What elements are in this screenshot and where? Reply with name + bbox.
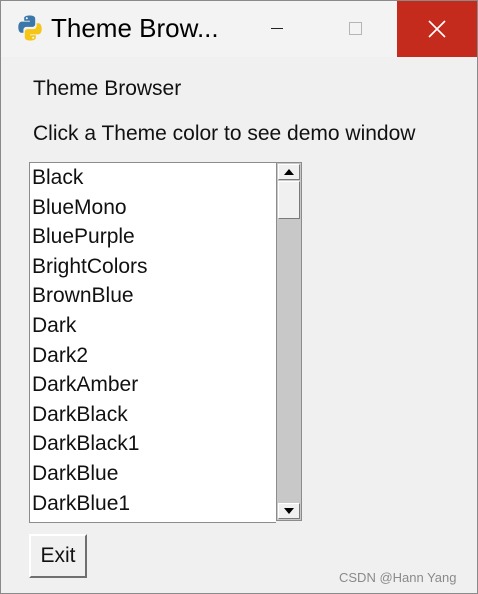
title-bar[interactable]: Theme Brow...: [1, 1, 477, 57]
theme-list-item[interactable]: DarkAmber: [30, 370, 276, 400]
python-icon: [16, 14, 44, 42]
theme-list-item[interactable]: BlueMono: [30, 193, 276, 223]
theme-list-item[interactable]: Dark: [30, 311, 276, 341]
theme-list-item[interactable]: BrownBlue: [30, 281, 276, 311]
heading-label: Theme Browser: [33, 77, 182, 100]
scroll-thumb[interactable]: [278, 181, 300, 219]
close-icon: [428, 20, 446, 38]
scroll-down-button[interactable]: [278, 503, 300, 519]
theme-list-item[interactable]: Dark2: [30, 341, 276, 371]
minimize-button[interactable]: [257, 1, 303, 57]
list-scrollbar[interactable]: [276, 162, 302, 521]
theme-list-item[interactable]: BrightColors: [30, 252, 276, 282]
arrow-up-icon: [284, 169, 294, 175]
maximize-button[interactable]: [331, 1, 377, 57]
app-window: Theme Brow... Theme Browser Click a Them…: [0, 0, 478, 594]
minimize-icon: [271, 28, 283, 29]
theme-list-item[interactable]: Black: [30, 163, 276, 193]
exit-button[interactable]: Exit: [29, 534, 87, 578]
arrow-down-icon: [284, 508, 294, 514]
theme-list-item[interactable]: DarkBlack1: [30, 429, 276, 459]
maximize-icon: [349, 22, 362, 35]
instruction-label: Click a Theme color to see demo window: [33, 122, 416, 145]
theme-list-item[interactable]: DarkBlack: [30, 400, 276, 430]
watermark-text: CSDN @Hann Yang: [339, 570, 457, 585]
theme-list-item[interactable]: DarkBlue: [30, 459, 276, 489]
scroll-up-button[interactable]: [278, 164, 300, 180]
window-title: Theme Brow...: [51, 13, 219, 43]
theme-list-item[interactable]: DarkBlue1: [30, 489, 276, 519]
theme-listbox[interactable]: Black BlueMono BluePurple BrightColors Brown…: [29, 162, 276, 523]
theme-list-item[interactable]: BluePurple: [30, 222, 276, 252]
close-button[interactable]: [397, 1, 477, 57]
